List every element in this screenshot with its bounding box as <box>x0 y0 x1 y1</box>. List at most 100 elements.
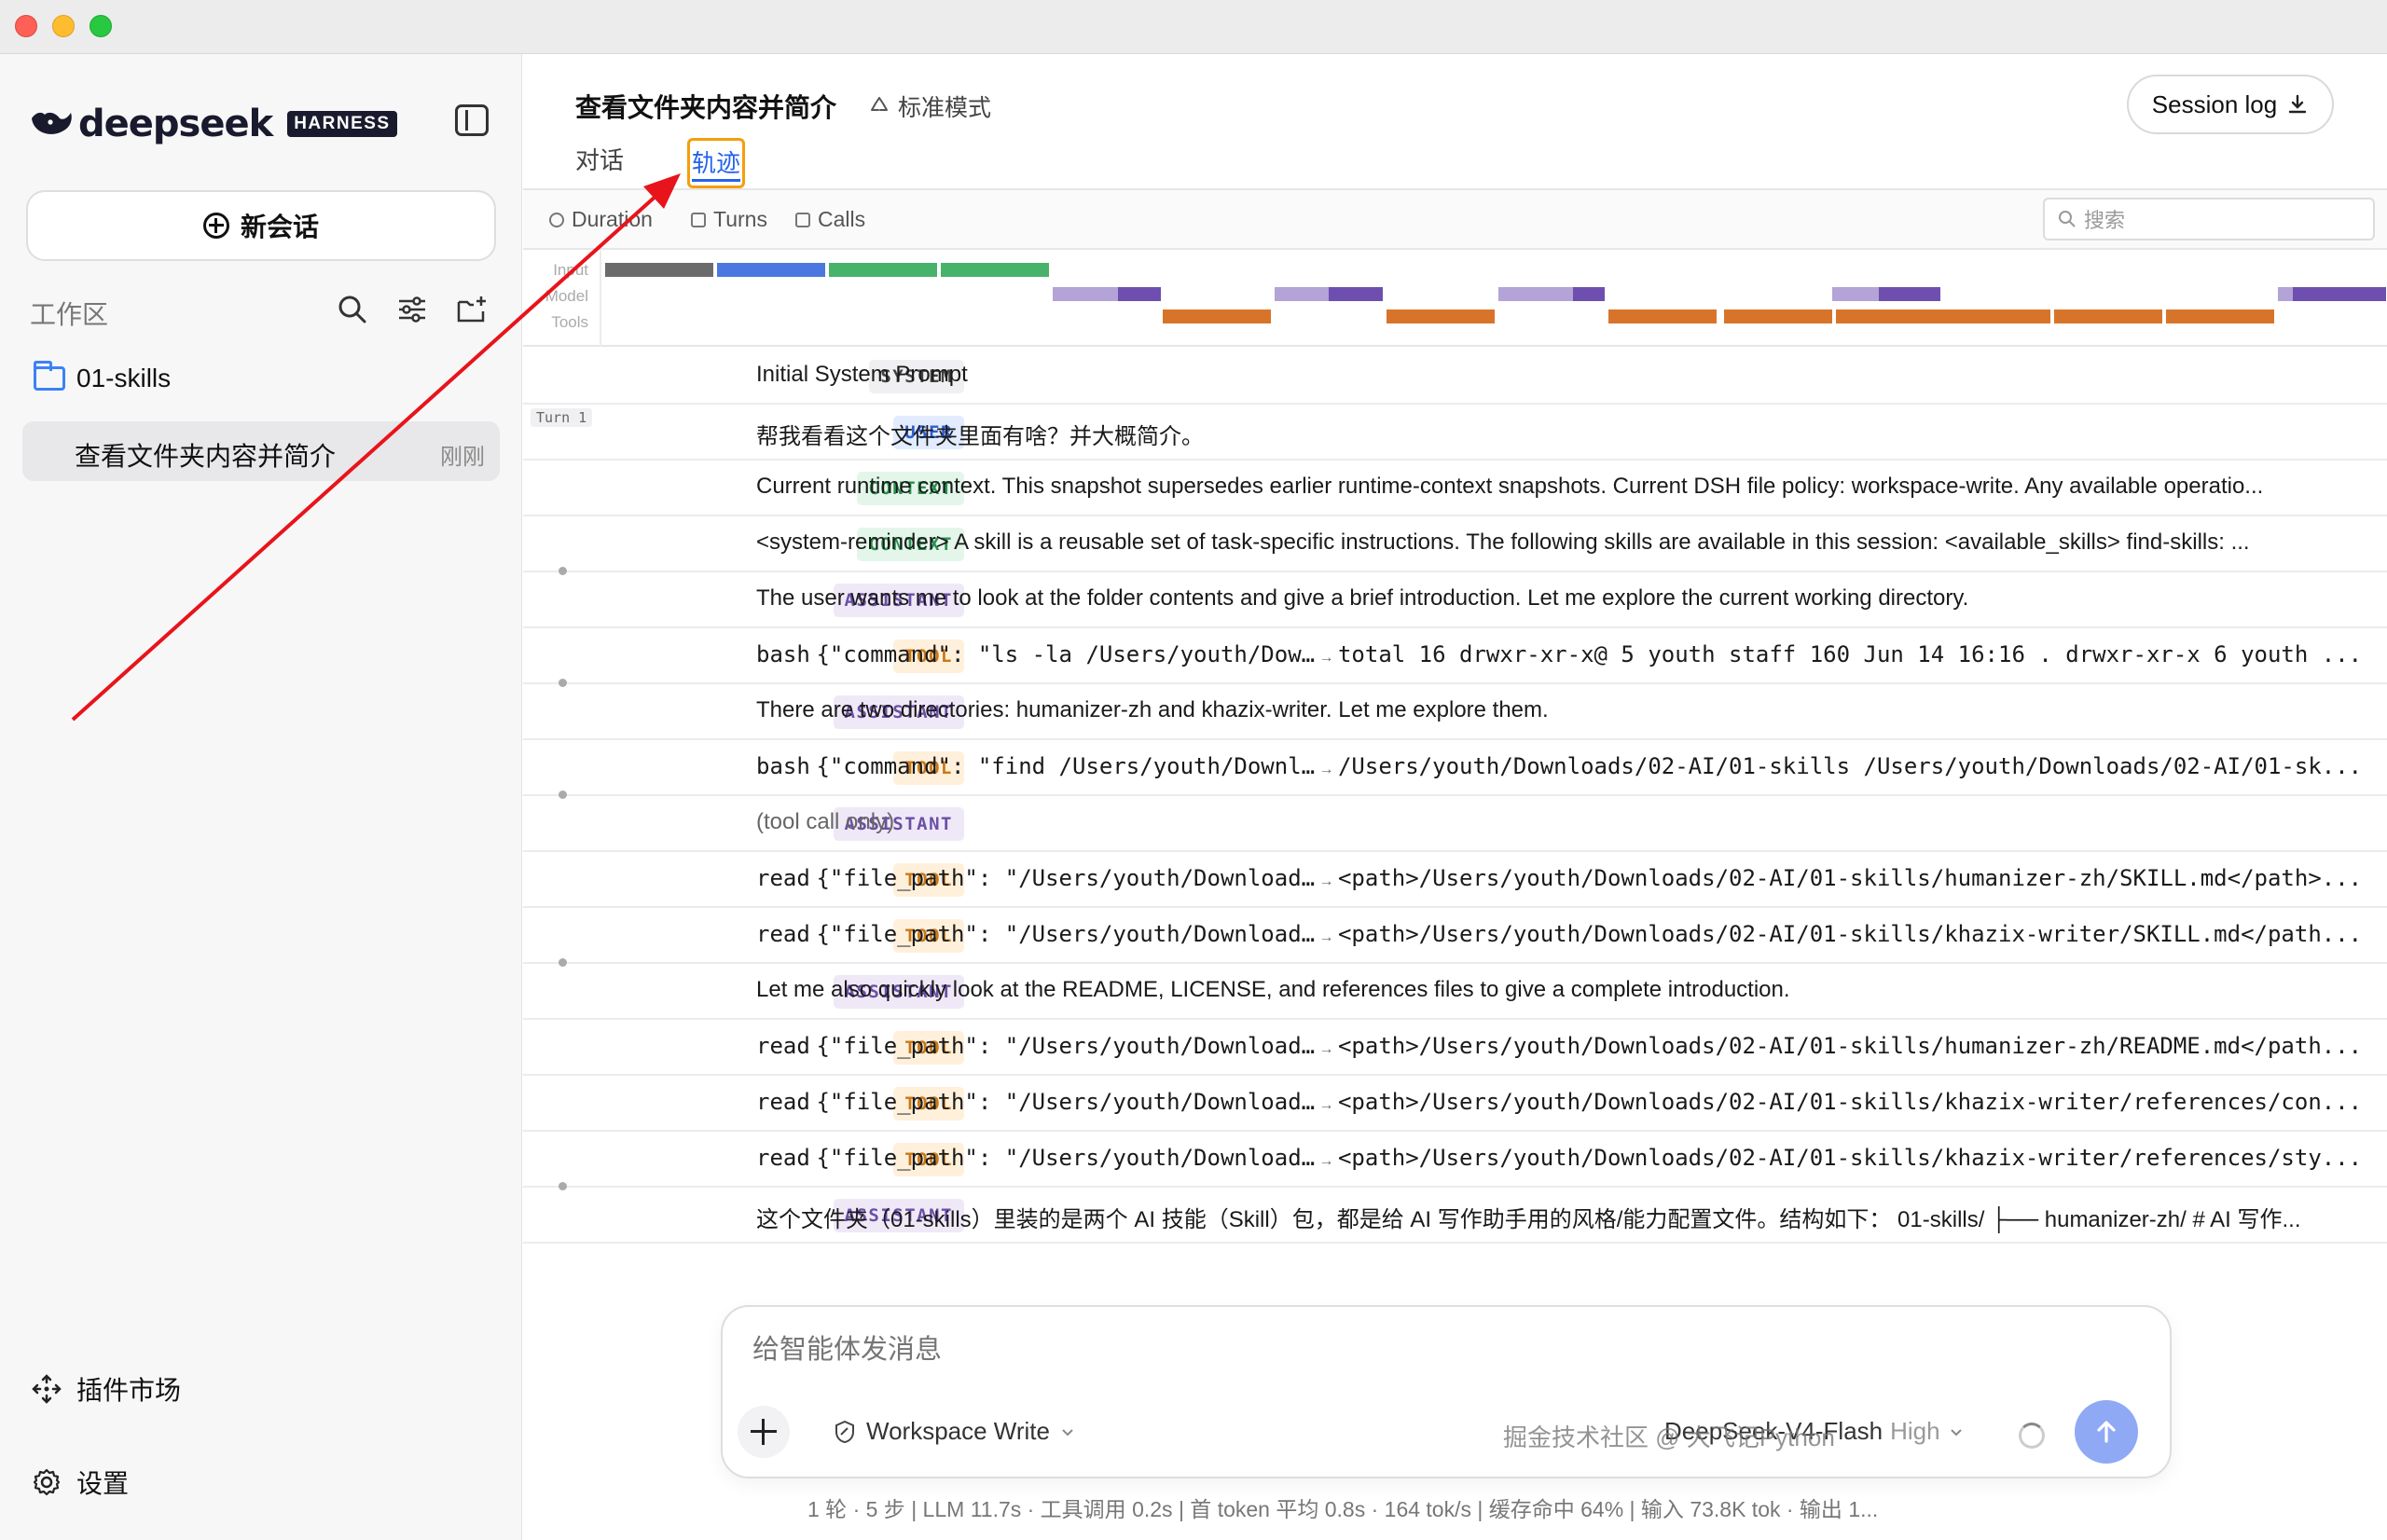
zoom-window-button[interactable] <box>90 15 112 37</box>
watermark: 掘金技术社区 @ 大飞记Python <box>1503 1423 1835 1451</box>
new-chat-button[interactable]: 新会话 <box>26 190 496 261</box>
trace-row-text: read {"file_path": "/Users/youth/Downloa… <box>756 1033 2369 1060</box>
workspace-mode-select[interactable]: Workspace Write <box>833 1417 1076 1446</box>
minimize-window-button[interactable] <box>52 15 75 37</box>
trace-row-text: read {"file_path": "/Users/youth/Downloa… <box>756 1089 2369 1116</box>
trace-timeline: Input Model Tools <box>523 250 2387 347</box>
timeline-bar[interactable] <box>1942 309 2050 323</box>
search-icon[interactable] <box>336 293 369 326</box>
trace-row[interactable]: Turn 1 USER 帮我看看这个文件夹里面有啥？并大概简介。 <box>523 405 2387 461</box>
trace-row[interactable]: ASSISTANT 这个文件夹（01-skills）里装的是两个 AI 技能（Sk… <box>523 1182 2387 1244</box>
tab-chat[interactable]: 对话 <box>575 142 624 176</box>
timeline-bar[interactable] <box>1329 287 1383 301</box>
trace-row[interactable]: TOOL bash {"command": "ls -la /Users/yout… <box>523 628 2387 684</box>
trace-row-text: 这个文件夹（01-skills）里装的是两个 AI 技能（Skill）包，都是给… <box>756 1207 2301 1232</box>
timeline-bar[interactable] <box>1879 287 1940 301</box>
calls-toggle[interactable]: Calls <box>795 207 865 232</box>
model-level: High <box>1890 1417 1940 1445</box>
trace-row[interactable]: TOOL read {"file_path": "/Users/youth/Dow… <box>523 1132 2387 1188</box>
trace-row[interactable]: TOOL read {"file_path": "/Users/youth/Dow… <box>523 908 2387 964</box>
trace-row[interactable]: TOOL read {"file_path": "/Users/youth/Dow… <box>523 1076 2387 1132</box>
tool-name: bash <box>756 641 810 667</box>
timeline-bar[interactable] <box>1836 309 1944 323</box>
trace-row[interactable]: ASSISTANT (tool call only) <box>523 791 2387 852</box>
sidebar-toggle-icon[interactable] <box>455 104 489 136</box>
trace-search-input[interactable]: 搜索 <box>2043 198 2375 241</box>
search-icon <box>2059 211 2076 227</box>
close-window-button[interactable] <box>15 15 37 37</box>
tool-args: {"file_path": "/Users/youth/Download… <box>816 1089 1316 1115</box>
trace-row[interactable]: TOOL read {"file_path": "/Users/youth/Dow… <box>523 852 2387 908</box>
timeline-bar[interactable] <box>605 263 713 277</box>
tool-args: {"file_path": "/Users/youth/Download… <box>816 1033 1316 1059</box>
session-log-button[interactable]: Session log <box>2127 75 2334 134</box>
trace-row-text: (tool call only) <box>756 809 895 834</box>
timeline-bar[interactable] <box>1832 287 1879 301</box>
timeline-bar[interactable] <box>1053 287 1118 301</box>
trace-rows: SYSTEM Initial System Prompt Turn 1 USER 帮我看… <box>523 349 2387 1244</box>
trace-row[interactable]: SYSTEM Initial System Prompt <box>523 349 2387 405</box>
session-item-active[interactable]: 查看文件夹内容并简介 刚刚 <box>22 421 500 481</box>
tool-args: {"file_path": "/Users/youth/Download… <box>816 921 1316 947</box>
tool-result: <path>/Users/youth/Downloads/02-AI/01-sk… <box>1337 921 2363 947</box>
mode-indicator[interactable]: 标准模式 <box>868 89 991 123</box>
timeline-bar[interactable] <box>1724 309 1832 323</box>
tab-trace[interactable]: 轨迹 <box>687 138 746 188</box>
duration-toggle[interactable]: Duration <box>549 207 653 232</box>
trace-row-text: There are two directories: humanizer-zh … <box>756 697 1549 722</box>
timeline-bar[interactable] <box>1275 287 1329 301</box>
gear-icon <box>33 1468 61 1496</box>
workspace-mode-label: Workspace Write <box>866 1417 1050 1445</box>
trace-row[interactable]: TOOL read {"file_path": "/Users/youth/Dow… <box>523 1020 2387 1076</box>
trace-row-text: The user wants me to look at the folder … <box>756 585 1969 611</box>
turns-toggle[interactable]: Turns <box>691 207 767 232</box>
plugin-market-link[interactable]: 插件市场 <box>32 1370 181 1408</box>
timeline-bar[interactable] <box>1573 287 1605 301</box>
timeline-bar[interactable] <box>2293 287 2386 301</box>
arrow-right-icon: → <box>1315 762 1338 777</box>
trace-row[interactable]: ASSISTANT There are two directories: huma… <box>523 679 2387 740</box>
timeline-bar[interactable] <box>941 263 1049 277</box>
turns-label: Turns <box>713 207 767 231</box>
timeline-bar[interactable] <box>2166 309 2274 323</box>
timeline-bar[interactable] <box>1608 309 1717 323</box>
chevron-down-icon <box>1950 1428 1962 1436</box>
step-dot <box>559 791 567 799</box>
trace-row[interactable]: ASSISTANT Let me also quickly look at the… <box>523 958 2387 1020</box>
timeline-bar[interactable] <box>1118 287 1161 301</box>
trace-row[interactable]: ASSISTANT The user wants me to look at th… <box>523 567 2387 628</box>
timeline-bar[interactable] <box>717 263 825 277</box>
trace-row-text: read {"file_path": "/Users/youth/Downloa… <box>756 865 2369 892</box>
mode-label: 标准模式 <box>898 95 992 121</box>
tool-name: read <box>756 1033 810 1059</box>
message-input[interactable] <box>752 1335 2132 1366</box>
trace-row-text: <system-reminder> A skill is a reusable … <box>756 529 2250 555</box>
attach-plus-button[interactable] <box>738 1406 790 1458</box>
filter-sliders-icon[interactable] <box>395 293 429 326</box>
plugin-market-label: 插件市场 <box>76 1376 182 1405</box>
arrow-right-icon: → <box>1315 873 1338 889</box>
send-button[interactable] <box>2075 1400 2138 1464</box>
tool-name: bash <box>756 753 810 779</box>
tool-result: <path>/Users/youth/Downloads/02-AI/01-sk… <box>1337 1145 2363 1171</box>
arrow-up-icon <box>2097 1421 2116 1443</box>
workspace-folder-item[interactable]: 01-skills <box>34 361 171 393</box>
settings-link[interactable]: 设置 <box>32 1464 129 1501</box>
timeline-bar[interactable] <box>1498 287 1573 301</box>
trace-row-text: Current runtime context. This snapshot s… <box>756 474 2264 499</box>
tool-args: {"file_path": "/Users/youth/Download… <box>816 865 1316 891</box>
new-folder-icon[interactable] <box>455 293 489 326</box>
timeline-bar[interactable] <box>829 263 937 277</box>
timeline-bar[interactable] <box>1387 309 1495 323</box>
timeline-bar[interactable] <box>2054 309 2162 323</box>
timeline-bar[interactable] <box>1163 309 1271 323</box>
square-icon <box>795 212 810 227</box>
step-dot <box>559 958 567 967</box>
timeline-bar[interactable] <box>2278 287 2293 301</box>
main-panel: 查看文件夹内容并简介 标准模式 Session log 对话 轨迹 Durati… <box>523 54 2387 1540</box>
turn-marker: Turn 1 <box>531 408 593 427</box>
trace-row[interactable]: TOOL bash {"command": "find /Users/youth/… <box>523 740 2387 796</box>
plugin-market-icon <box>32 1374 62 1404</box>
trace-row[interactable]: CONTEXT <system-reminder> A skill is a re… <box>523 516 2387 572</box>
trace-row[interactable]: CONTEXT Current runtime context. This sna… <box>523 461 2387 516</box>
